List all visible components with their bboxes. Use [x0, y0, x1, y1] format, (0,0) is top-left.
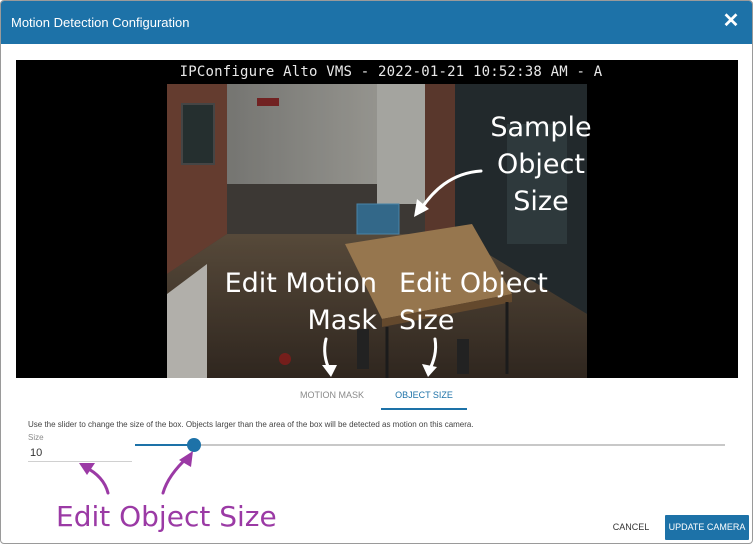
- annotation-line: Sample: [490, 112, 592, 143]
- dialog-title: Motion Detection Configuration: [11, 15, 190, 30]
- arrow-head: [79, 463, 95, 475]
- size-slider-thumb[interactable]: [187, 438, 201, 452]
- annotation-line: Edit Motion: [224, 268, 377, 299]
- annotation-edit-object-size-slider: Edit Object Size: [56, 500, 277, 533]
- annotation-line: Mask: [307, 305, 377, 336]
- annotation-edit-motion-mask: Edit Motion Mask: [177, 265, 377, 339]
- object-size-hint: Use the slider to change the size of the…: [28, 420, 474, 429]
- size-slider[interactable]: [135, 438, 725, 452]
- annotation-edit-object-size: Edit Object Size: [399, 265, 589, 339]
- update-camera-button[interactable]: UPDATE CAMERA: [665, 515, 749, 540]
- camera-video-feed: IPConfigure Alto VMS - 2022-01-21 10:52:…: [16, 60, 738, 378]
- annotation-sample-object-size: Sample Object Size: [471, 109, 611, 220]
- close-icon[interactable]: ✕: [720, 10, 742, 32]
- video-timestamp: IPConfigure Alto VMS - 2022-01-21 10:52:…: [179, 64, 603, 80]
- annotation-line: Size: [513, 186, 569, 217]
- arrow-head: [179, 451, 193, 467]
- annotation-line: Edit Object: [399, 268, 548, 299]
- motion-detection-dialog: Motion Detection Configuration ✕ IPConfi…: [0, 0, 753, 544]
- arrow-to-size-input: [83, 465, 110, 495]
- size-slider-fill: [135, 444, 194, 446]
- tab-motion-mask[interactable]: MOTION MASK: [283, 382, 381, 408]
- size-field-label: Size: [28, 433, 44, 442]
- annotation-line: Object: [497, 149, 585, 180]
- size-input[interactable]: [28, 445, 132, 462]
- config-tabs: MOTION MASK OBJECT SIZE: [283, 382, 473, 410]
- tab-object-size[interactable]: OBJECT SIZE: [381, 382, 467, 410]
- dialog-titlebar: Motion Detection Configuration ✕: [1, 1, 752, 44]
- arrow-to-slider-thumb: [161, 455, 190, 495]
- cancel-button[interactable]: CANCEL: [606, 516, 656, 538]
- annotation-line: Size: [399, 305, 455, 336]
